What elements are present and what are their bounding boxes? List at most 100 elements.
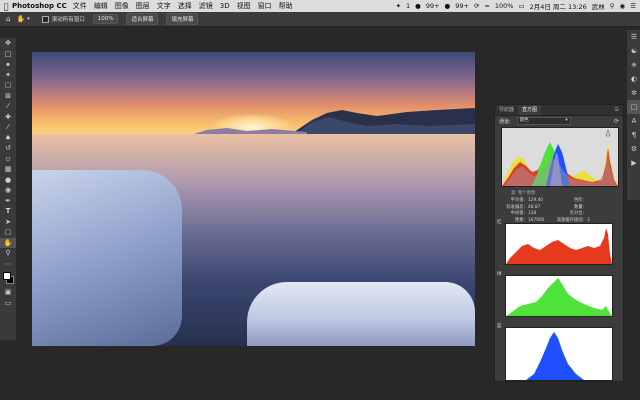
brush-tool-icon[interactable]: ⁄ bbox=[0, 122, 16, 133]
refresh-icon[interactable]: ⟳ bbox=[474, 2, 479, 10]
panel-menu-icon[interactable]: ☰ bbox=[615, 107, 619, 113]
green-histogram bbox=[505, 275, 613, 317]
shape-tool-icon[interactable]: ▢ bbox=[0, 227, 16, 238]
more-tools-icon[interactable]: ⋯ bbox=[0, 259, 16, 270]
photo-ice-left bbox=[32, 170, 182, 346]
channels-icon[interactable]: ☯ bbox=[627, 44, 640, 58]
wechat-count: 1 bbox=[406, 2, 411, 10]
mail-icon[interactable]: ● bbox=[445, 2, 451, 10]
app-menu[interactable]: Photoshop CC bbox=[12, 2, 67, 10]
paragraph-icon[interactable]: ¶ bbox=[627, 128, 640, 142]
quick-mask-icon[interactable]: ▣ bbox=[0, 287, 16, 298]
red-histogram bbox=[505, 223, 613, 265]
actions-icon[interactable]: ▶ bbox=[627, 156, 640, 170]
battery-icon[interactable]: ▭ bbox=[518, 2, 524, 10]
menu-layer[interactable]: 图层 bbox=[136, 1, 150, 11]
histogram-stats: 源: 整个图像 平均值: 129.40 色阶: 标准偏差: 48.87 数量: … bbox=[501, 191, 617, 224]
chevron-down-icon: ▾ bbox=[565, 118, 568, 123]
type-tool-icon[interactable]: T bbox=[0, 206, 16, 217]
qq-icon[interactable]: ● bbox=[415, 2, 421, 10]
menu-bar:  Photoshop CC 文件 编辑 图像 图层 文字 选择 滤镜 3D 视… bbox=[0, 0, 640, 12]
panel-dock: ☰ ☯ ⎈ ◐ ✲ □ A ¶ ⚙ ▶ bbox=[626, 30, 640, 200]
paths-icon[interactable]: ⎈ bbox=[627, 58, 640, 72]
notifications-icon[interactable]: ☰ bbox=[630, 2, 636, 10]
red-channel-label: 红 bbox=[497, 220, 502, 225]
pen-tool-icon[interactable]: ✒ bbox=[0, 196, 16, 207]
menu-filter[interactable]: 滤镜 bbox=[199, 1, 213, 11]
menu-help[interactable]: 帮助 bbox=[279, 1, 293, 11]
crop-tool-icon[interactable]: ▢ bbox=[0, 80, 16, 91]
tools-panel: ✥ □ ⦁ ✦ ▢ ⊠ ⁄ ✚ ⁄ ♠ ↺ ▫ ▦ ● ◉ ✒ T ➤ ▢ ✋ … bbox=[0, 38, 17, 340]
character-icon[interactable]: A bbox=[627, 114, 640, 128]
scroll-all-windows-label: 滚动所有窗口 bbox=[51, 17, 85, 23]
gradient-tool-icon[interactable]: ▦ bbox=[0, 164, 16, 175]
healing-brush-icon[interactable]: ✚ bbox=[0, 112, 16, 123]
histogram-panel: 导航器 直方图 ☰ 通道: 颜色 ▾ ⟳ 源: 整个图像 平均值: 129.40… bbox=[494, 104, 624, 382]
qq-count: 99+ bbox=[425, 2, 440, 10]
user-name[interactable]: 武林 bbox=[592, 1, 605, 11]
channel-row: 通道: 颜色 ▾ ⟳ bbox=[495, 116, 623, 126]
status-area: ✦ 1 ● 99+ ● 99+ ⟳ ≈ 100% ▭ 2月4日 周二 13:26… bbox=[396, 0, 636, 12]
composite-histogram bbox=[501, 127, 619, 187]
apple-icon[interactable]:  bbox=[0, 2, 12, 11]
adjustments-icon[interactable]: ◐ bbox=[627, 72, 640, 86]
scroll-all-windows-checkbox[interactable]: 滚动所有窗口 bbox=[41, 15, 85, 23]
stamp-tool-icon[interactable]: ♠ bbox=[0, 133, 16, 144]
foreground-color-swatch[interactable] bbox=[3, 272, 11, 280]
wifi-icon[interactable]: ≈ bbox=[484, 2, 489, 10]
tab-histogram[interactable]: 直方图 bbox=[518, 105, 542, 115]
checkbox-box[interactable] bbox=[41, 15, 49, 23]
frame-tool-icon[interactable]: ⊠ bbox=[0, 91, 16, 102]
tab-navigator[interactable]: 导航器 bbox=[495, 105, 518, 115]
channel-label: 通道: bbox=[499, 118, 511, 125]
siri-icon[interactable]: ◉ bbox=[620, 2, 626, 10]
battery-label: 100% bbox=[494, 2, 514, 10]
fill-screen-button[interactable]: 填充屏幕 bbox=[166, 13, 199, 25]
menu-file[interactable]: 文件 bbox=[73, 1, 87, 11]
fit-screen-button[interactable]: 适合屏幕 bbox=[126, 13, 159, 25]
home-icon[interactable]: ⌂ bbox=[6, 15, 10, 23]
channel-select[interactable]: 颜色 ▾ bbox=[516, 117, 571, 125]
screen-mode-icon[interactable]: ▭ bbox=[0, 298, 16, 309]
path-select-icon[interactable]: ➤ bbox=[0, 217, 16, 228]
mail-count: 99+ bbox=[455, 2, 469, 10]
blue-channel-label: 蓝 bbox=[497, 324, 502, 329]
history-brush-icon[interactable]: ↺ bbox=[0, 143, 16, 154]
move-tool-icon[interactable]: ✥ bbox=[0, 38, 16, 49]
menu-window[interactable]: 窗口 bbox=[258, 1, 272, 11]
zoom-tool-icon[interactable]: ⚲ bbox=[0, 248, 16, 259]
properties-icon[interactable]: ✲ bbox=[627, 86, 640, 100]
source-label: 源: 整个图像 bbox=[511, 191, 536, 196]
document-canvas[interactable] bbox=[32, 52, 475, 346]
color-swatches[interactable] bbox=[0, 269, 16, 287]
search-icon[interactable]: ⚲ bbox=[610, 2, 615, 10]
magic-wand-icon[interactable]: ✦ bbox=[0, 70, 16, 81]
date-time[interactable]: 2月4日 周二 13:26 bbox=[530, 1, 587, 11]
menu-type[interactable]: 文字 bbox=[157, 1, 171, 11]
marquee-tool-icon[interactable]: □ bbox=[0, 49, 16, 60]
zoom-100-button[interactable]: 100% bbox=[92, 14, 119, 24]
eraser-tool-icon[interactable]: ▫ bbox=[0, 154, 16, 165]
wechat-icon[interactable]: ✦ bbox=[396, 2, 401, 10]
channel-value: 颜色 bbox=[519, 118, 529, 123]
options-bar: ⌂ ✋ ▾ 滚动所有窗口 100% 适合屏幕 填充屏幕 bbox=[0, 12, 640, 27]
dodge-tool-icon[interactable]: ◉ bbox=[0, 185, 16, 196]
menu-select[interactable]: 选择 bbox=[178, 1, 192, 11]
blur-tool-icon[interactable]: ● bbox=[0, 175, 16, 186]
lasso-tool-icon[interactable]: ⦁ bbox=[0, 59, 16, 70]
menu-3d[interactable]: 3D bbox=[220, 2, 230, 10]
layers-icon[interactable]: ☰ bbox=[627, 30, 640, 44]
blue-histogram bbox=[505, 327, 613, 381]
menu-image[interactable]: 图像 bbox=[115, 1, 129, 11]
chevron-down-icon[interactable]: ▾ bbox=[27, 16, 30, 22]
hand-tool-icon[interactable]: ✋ bbox=[0, 237, 16, 248]
eyedropper-icon[interactable]: ⁄ bbox=[0, 101, 16, 112]
tool-presets-icon[interactable]: ⚙ bbox=[627, 142, 640, 156]
refresh-icon[interactable]: ⟳ bbox=[614, 118, 619, 125]
photo-ice-right bbox=[247, 282, 475, 346]
green-channel-label: 绿 bbox=[497, 272, 502, 277]
menu-view[interactable]: 视图 bbox=[237, 1, 251, 11]
menu-edit[interactable]: 编辑 bbox=[94, 1, 108, 11]
hand-tool-icon[interactable]: ✋ bbox=[16, 15, 25, 23]
histogram-icon[interactable]: □ bbox=[627, 100, 640, 114]
